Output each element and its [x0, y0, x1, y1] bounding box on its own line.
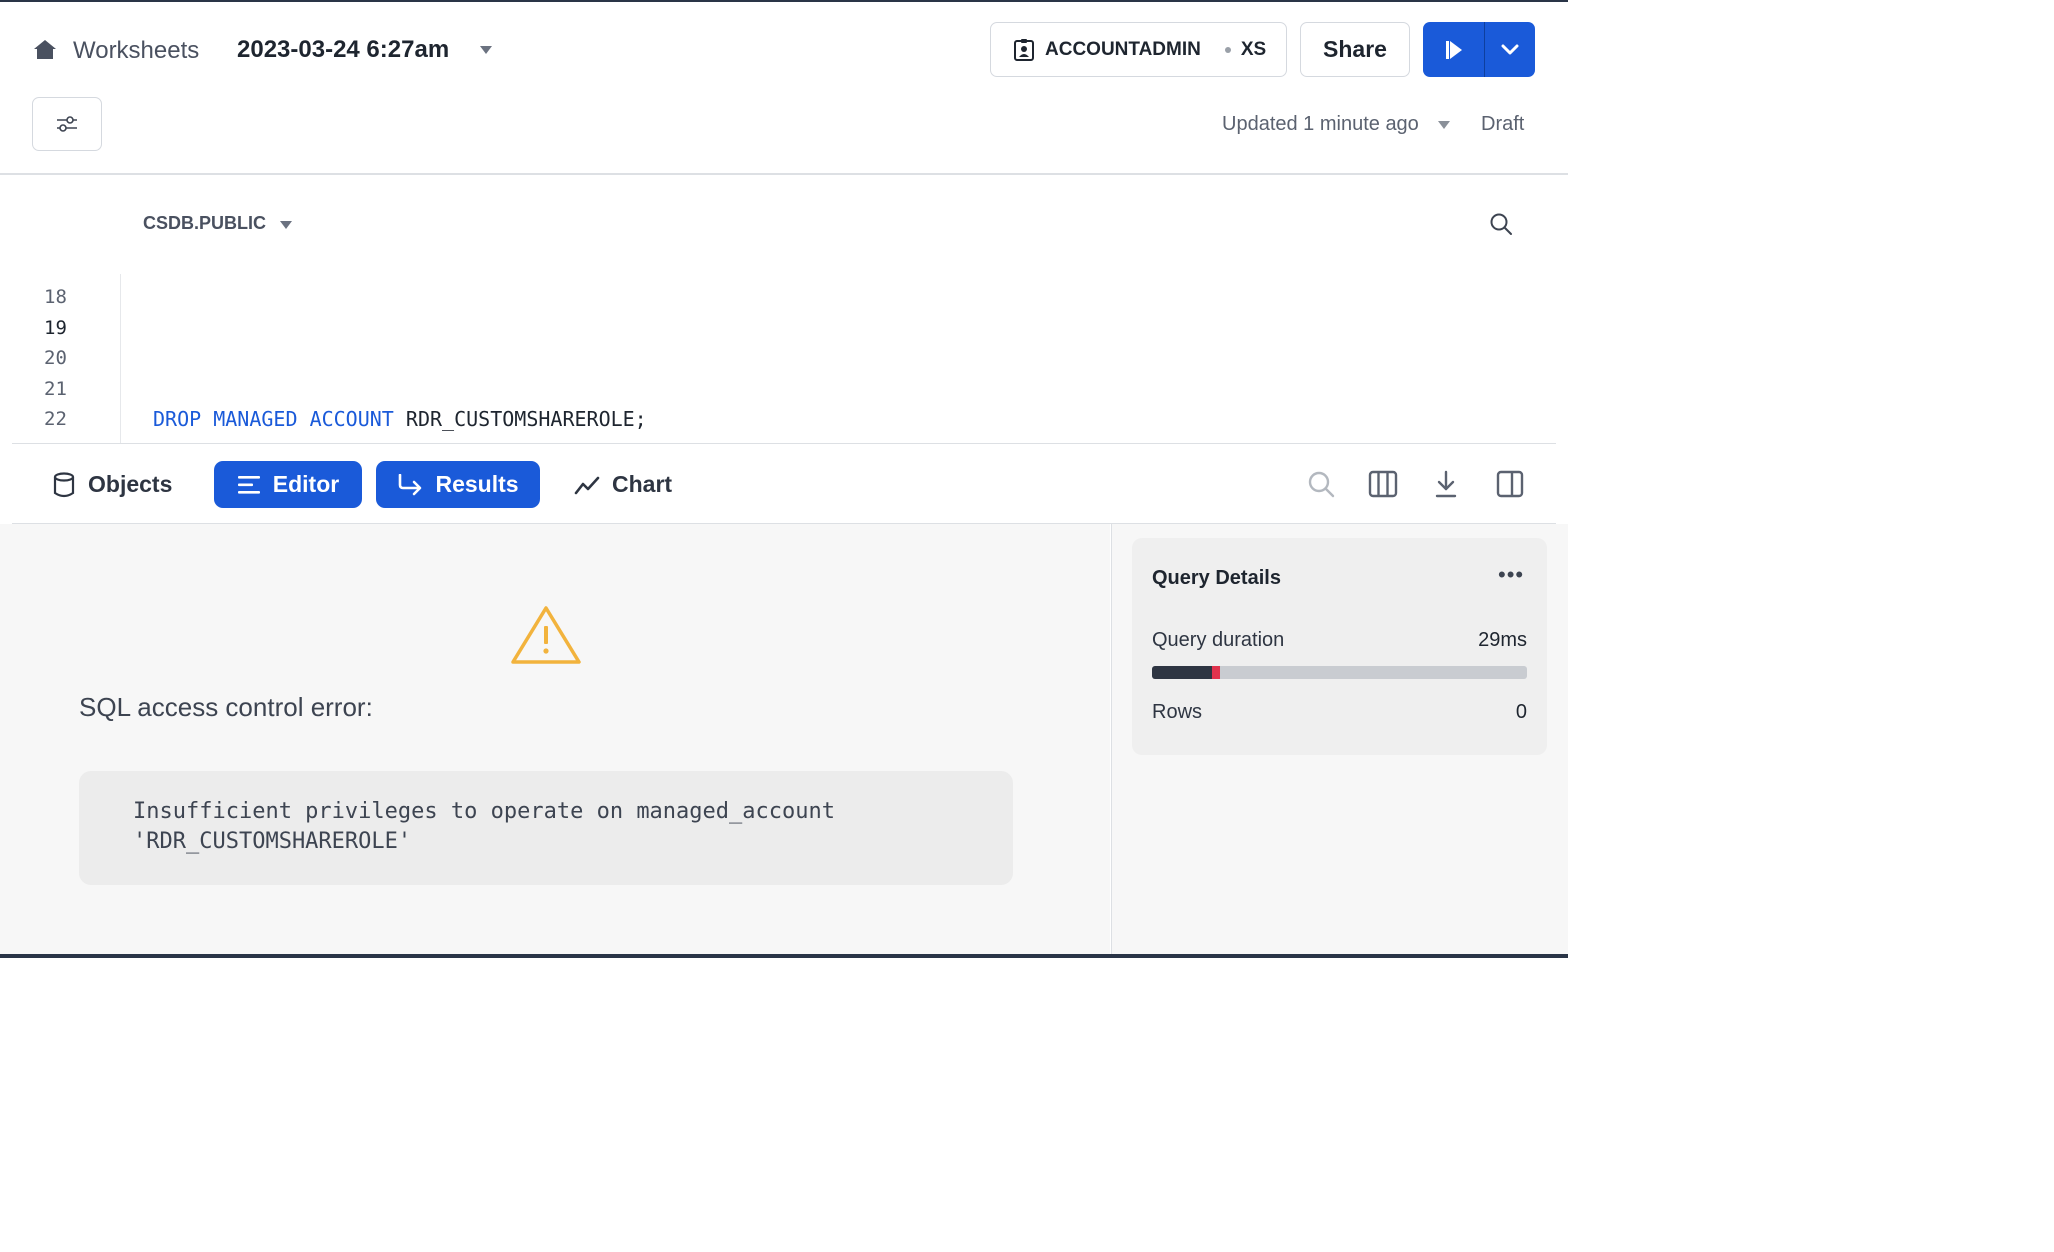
database-schema-selector[interactable]: CSDB.PUBLIC — [143, 213, 266, 234]
home-icon[interactable] — [32, 38, 58, 62]
query-duration-bar — [1152, 666, 1527, 679]
tab-chart-label: Chart — [612, 471, 673, 497]
sql-keyword: MANAGED — [213, 407, 298, 431]
sql-keyword: DROP — [153, 407, 202, 431]
tab-objects[interactable]: Objects — [52, 461, 172, 508]
sql-keyword: ACCOUNT — [309, 407, 394, 431]
editor-gutter-divider — [120, 274, 121, 444]
download-button[interactable] — [1431, 468, 1461, 500]
run-button[interactable] — [1423, 22, 1485, 77]
separator-dot — [1224, 46, 1231, 53]
line-number-active: 19 — [44, 317, 67, 339]
role-badge-icon — [1014, 38, 1034, 61]
download-icon — [1435, 470, 1457, 498]
tab-editor-label: Editor — [272, 471, 340, 497]
run-options-button[interactable] — [1485, 22, 1535, 77]
context-caret-icon[interactable] — [280, 221, 292, 229]
query-details-title: Query Details — [1152, 567, 1281, 589]
draft-status: Draft — [1481, 113, 1525, 135]
tab-objects-label: Objects — [88, 471, 173, 497]
error-title: SQL access control error: — [79, 692, 373, 722]
rows-label: Rows — [1152, 701, 1203, 723]
search-icon[interactable] — [1488, 211, 1514, 237]
chevron-down-icon — [1501, 44, 1519, 54]
warehouse-size: XS — [1240, 38, 1267, 60]
role-name: ACCOUNTADMIN — [1045, 38, 1201, 60]
play-icon — [1445, 40, 1462, 59]
sql-identifier: RDR_CUSTOMSHAREROLE; — [405, 407, 647, 431]
search-icon — [1308, 471, 1335, 498]
line-number: 21 — [44, 378, 67, 400]
worksheet-title[interactable]: 2023-03-24 6:27am — [237, 36, 449, 64]
breadcrumb-worksheets[interactable]: Worksheets — [73, 37, 199, 65]
rows-value: 0 — [1515, 701, 1527, 723]
share-button[interactable]: Share — [1300, 22, 1410, 77]
more-options-icon[interactable]: ••• — [1498, 562, 1524, 588]
query-duration-bar-marker — [1211, 666, 1220, 679]
worksheet-title-caret-icon[interactable] — [480, 46, 492, 54]
role-warehouse-selector[interactable]: ACCOUNTADMIN XS — [990, 22, 1287, 77]
run-button-group[interactable] — [1423, 22, 1535, 77]
search-results-button[interactable] — [1306, 468, 1336, 500]
results-toolbar: Objects Editor Results Chart — [12, 443, 1556, 524]
columns-button[interactable] — [1368, 468, 1398, 500]
line-number: 18 — [44, 286, 67, 308]
warning-icon — [511, 606, 581, 664]
sliders-icon — [57, 116, 77, 132]
return-arrow-icon — [399, 473, 422, 495]
line-number: 20 — [44, 347, 67, 369]
database-icon — [53, 471, 75, 497]
line-number: 22 — [44, 408, 67, 430]
header-divider — [0, 173, 1568, 175]
tab-results-label: Results — [435, 471, 519, 497]
query-duration-value: 29ms — [1478, 629, 1527, 651]
text-lines-icon — [237, 475, 260, 494]
updated-status[interactable]: Updated 1 minute ago — [1222, 113, 1419, 136]
filter-settings-button[interactable] — [32, 97, 102, 151]
line-number-partial — [44, 266, 68, 274]
query-duration-label: Query duration — [1152, 629, 1285, 651]
tab-editor[interactable]: Editor — [214, 461, 362, 508]
query-duration-bar-fill — [1152, 666, 1220, 679]
window-bottom-edge — [0, 954, 1568, 958]
columns-icon — [1368, 470, 1398, 498]
line-chart-icon — [574, 476, 600, 494]
tab-chart[interactable]: Chart — [574, 461, 672, 508]
results-panel — [0, 524, 1110, 958]
sql-code-line[interactable]: DROP MANAGED ACCOUNT RDR_CUSTOMSHAREROLE… — [153, 407, 647, 431]
updated-caret-icon[interactable] — [1438, 121, 1450, 129]
split-panel-icon — [1496, 470, 1524, 498]
tab-results[interactable]: Results — [376, 461, 540, 508]
error-message: Insufficient privileges to operate on ma… — [133, 799, 835, 854]
toggle-panel-button[interactable] — [1495, 468, 1525, 500]
